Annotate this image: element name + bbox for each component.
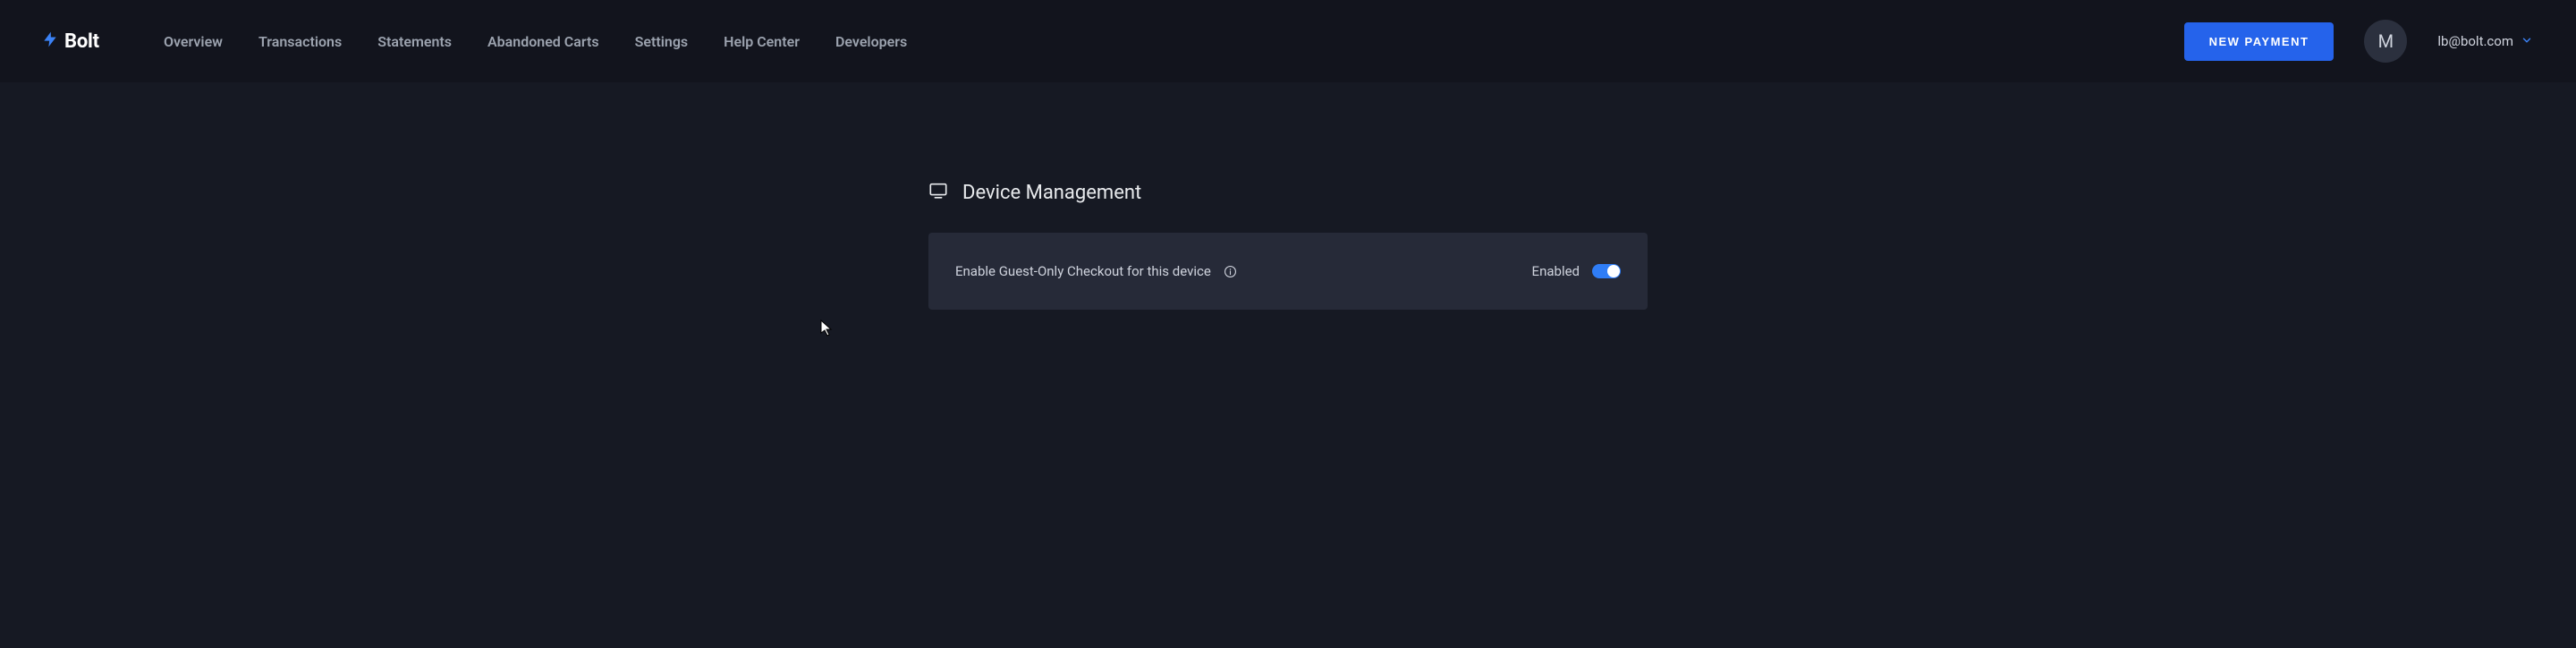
guest-checkout-toggle[interactable] bbox=[1592, 264, 1621, 278]
nav-overview[interactable]: Overview bbox=[164, 33, 223, 50]
main-nav: Overview Transactions Statements Abandon… bbox=[164, 33, 2184, 50]
nav-settings[interactable]: Settings bbox=[635, 33, 689, 50]
bolt-icon bbox=[41, 30, 59, 53]
section-header: Device Management bbox=[928, 181, 1648, 204]
nav-abandoned-carts[interactable]: Abandoned Carts bbox=[487, 33, 599, 50]
chevron-down-icon bbox=[2521, 33, 2533, 50]
status-text: Enabled bbox=[1532, 263, 1580, 279]
avatar[interactable]: M bbox=[2364, 20, 2407, 63]
content-column: Device Management Enable Guest-Only Chec… bbox=[928, 181, 1648, 310]
toggle-knob bbox=[1607, 265, 1620, 277]
monitor-icon bbox=[928, 181, 948, 204]
setting-card: Enable Guest-Only Checkout for this devi… bbox=[928, 233, 1648, 310]
nav-statements[interactable]: Statements bbox=[377, 33, 452, 50]
header-actions: NEW PAYMENT M lb@bolt.com bbox=[2184, 20, 2533, 63]
setting-label-group: Enable Guest-Only Checkout for this devi… bbox=[955, 263, 1237, 279]
cursor-icon bbox=[820, 320, 835, 341]
main-content: Device Management Enable Guest-Only Chec… bbox=[0, 82, 2576, 310]
account-email: lb@bolt.com bbox=[2437, 33, 2513, 49]
nav-help-center[interactable]: Help Center bbox=[724, 33, 800, 50]
nav-developers[interactable]: Developers bbox=[835, 33, 907, 50]
brand-logo[interactable]: Bolt bbox=[41, 30, 99, 53]
setting-control: Enabled bbox=[1532, 263, 1621, 279]
app-header: Bolt Overview Transactions Statements Ab… bbox=[0, 0, 2576, 82]
section-title: Device Management bbox=[962, 182, 1141, 204]
nav-transactions[interactable]: Transactions bbox=[258, 33, 342, 50]
account-menu[interactable]: lb@bolt.com bbox=[2437, 33, 2533, 50]
brand-name: Bolt bbox=[64, 30, 99, 53]
new-payment-button[interactable]: NEW PAYMENT bbox=[2184, 22, 2334, 61]
info-icon[interactable] bbox=[1224, 265, 1237, 278]
setting-label: Enable Guest-Only Checkout for this devi… bbox=[955, 263, 1211, 279]
